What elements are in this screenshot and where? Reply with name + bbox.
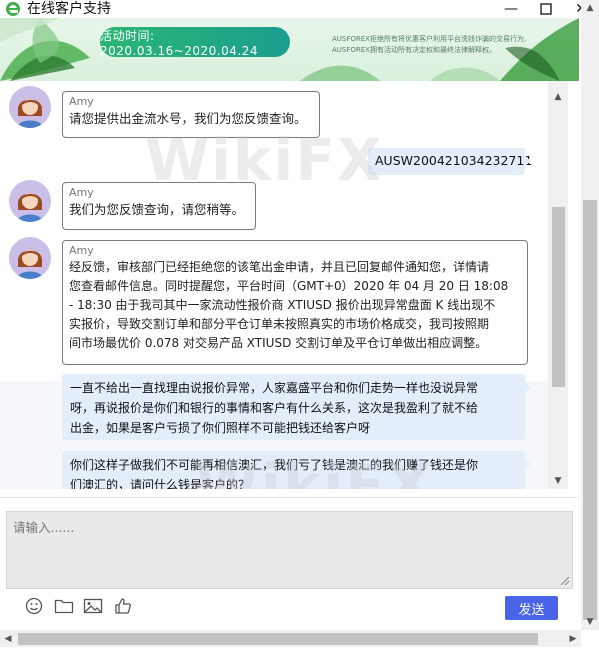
agent-avatar bbox=[9, 180, 51, 222]
agent-name: Amy bbox=[69, 244, 94, 257]
agent-message-text: 经反馈，审核部门已经拒绝您的该笔出金申请，并且已回复邮件通知您，详情请 您查看邮… bbox=[69, 260, 509, 350]
agent-avatar-icon bbox=[9, 86, 51, 128]
browser-e-icon bbox=[6, 2, 20, 16]
emoji-button[interactable] bbox=[24, 596, 44, 616]
window-scroll-up-icon[interactable]: ▲ bbox=[581, 0, 599, 16]
scroll-right-arrow-icon[interactable]: ▶ bbox=[565, 630, 581, 647]
agent-name: Amy bbox=[69, 95, 94, 108]
maximize-button[interactable] bbox=[529, 0, 563, 18]
chat-window: 在线客户支持 — ✕ 活动时间: 2020.03.16~2020.04.24 A… bbox=[0, 0, 599, 655]
smile-icon bbox=[25, 597, 43, 615]
watermark: WikiFX bbox=[195, 451, 434, 489]
image-button[interactable] bbox=[83, 596, 103, 616]
agent-message-text: 我们为您反馈查询，请您稍等。 bbox=[69, 202, 245, 217]
agent-avatar bbox=[9, 86, 51, 128]
image-icon bbox=[83, 598, 103, 614]
activity-time-pill: 活动时间: 2020.03.16~2020.04.24 bbox=[100, 27, 290, 58]
send-button[interactable]: 发送 bbox=[505, 596, 558, 620]
thumbs-up-icon bbox=[115, 598, 131, 614]
scroll-down-arrow-icon[interactable]: ▼ bbox=[548, 473, 568, 489]
agent-avatar-icon bbox=[9, 180, 51, 222]
horizontal-scroll-thumb[interactable] bbox=[18, 633, 538, 645]
file-button[interactable] bbox=[54, 596, 74, 616]
like-button[interactable] bbox=[113, 596, 133, 616]
chat-scroll-thumb[interactable] bbox=[552, 207, 565, 387]
folder-icon bbox=[54, 599, 74, 614]
resize-grip-icon[interactable] bbox=[560, 576, 570, 586]
scroll-left-arrow-icon[interactable]: ◀ bbox=[0, 630, 16, 647]
chat-log: Amy 请您提供出金流水号，我们为您反馈查询。 AUSW200421034232… bbox=[0, 81, 579, 489]
minimize-button[interactable]: — bbox=[494, 0, 528, 18]
watermark: WikiFX bbox=[145, 126, 384, 194]
window-scroll-down-icon[interactable]: ▼ bbox=[581, 614, 599, 630]
scroll-up-arrow-icon[interactable]: ▲ bbox=[548, 89, 568, 105]
agent-avatar-icon bbox=[9, 237, 51, 279]
title-bar: 在线客户支持 — ✕ bbox=[0, 0, 599, 18]
window-title: 在线客户支持 bbox=[27, 1, 111, 17]
user-message: AUSW200421034232711 bbox=[368, 148, 532, 175]
promo-banner: 活动时间: 2020.03.16~2020.04.24 AUSFOREX拒绝所有… bbox=[0, 18, 579, 81]
user-message: 一直不给出一直找理由说报价异常，人家嘉盛平台和你们走势一样也没说异常 呀，再说报… bbox=[62, 374, 531, 440]
banner-disclaimer: AUSFOREX拒绝所有将优惠客户利用平台洗钱诈骗的交易行为, AUSFOREX… bbox=[332, 35, 527, 54]
window-scroll-thumb[interactable] bbox=[583, 200, 597, 620]
agent-message: Amy 经反馈，审核部门已经拒绝您的该笔出金申请，并且已回复邮件通知您，详情请 … bbox=[62, 240, 528, 365]
agent-avatar bbox=[9, 237, 51, 279]
maximize-icon bbox=[540, 3, 552, 15]
user-message-text: AUSW200421034232711 bbox=[375, 153, 533, 168]
message-input[interactable] bbox=[6, 511, 573, 589]
